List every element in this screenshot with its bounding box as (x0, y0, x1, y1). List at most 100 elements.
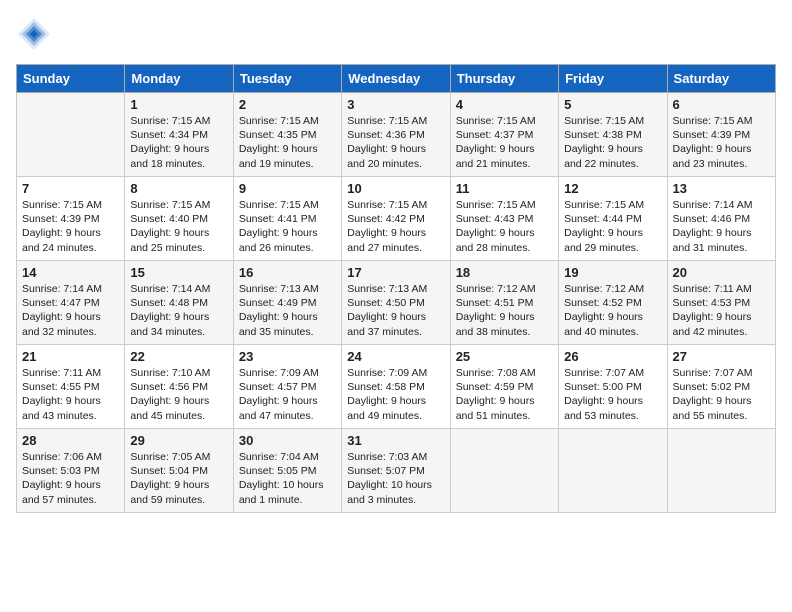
calendar-cell: 20 Sunrise: 7:11 AMSunset: 4:53 PMDayligh… (667, 261, 775, 345)
calendar-cell: 7Sunrise: 7:15 AMSunset: 4:39 PMDaylight… (17, 177, 125, 261)
cell-content: Sunrise: 7:05 AMSunset: 5:04 PMDaylight:… (130, 450, 227, 507)
calendar-week-row: 28 Sunrise: 7:06 AMSunset: 5:03 PMDayligh… (17, 429, 776, 513)
day-number: 30 (239, 433, 336, 448)
cell-content: Sunrise: 7:13 AMSunset: 4:50 PMDaylight:… (347, 282, 444, 339)
day-number: 21 (22, 349, 119, 364)
cell-content: Sunrise: 7:09 AMSunset: 4:58 PMDaylight:… (347, 366, 444, 423)
day-number: 1 (130, 97, 227, 112)
calendar-table: SundayMondayTuesdayWednesdayThursdayFrid… (16, 64, 776, 513)
cell-content: Sunrise: 7:15 AMSunset: 4:36 PMDaylight:… (347, 114, 444, 171)
cell-content: Sunrise: 7:15 AMSunset: 4:41 PMDaylight:… (239, 198, 336, 255)
calendar-cell: 15Sunrise: 7:14 AMSunset: 4:48 PMDayligh… (125, 261, 233, 345)
calendar-cell: 16 Sunrise: 7:13 AMSunset: 4:49 PMDayligh… (233, 261, 341, 345)
cell-content: Sunrise: 7:04 AMSunset: 5:05 PMDaylight:… (239, 450, 336, 507)
cell-content: Sunrise: 7:15 AMSunset: 4:38 PMDaylight:… (564, 114, 661, 171)
cell-content: Sunrise: 7:14 AMSunset: 4:48 PMDaylight:… (130, 282, 227, 339)
day-number: 8 (130, 181, 227, 196)
cell-content: Sunrise: 7:15 AMSunset: 4:39 PMDaylight:… (673, 114, 770, 171)
cell-content: Sunrise: 7:09 AMSunset: 4:57 PMDaylight:… (239, 366, 336, 423)
day-number: 20 (673, 265, 770, 280)
header (16, 16, 776, 52)
day-number: 26 (564, 349, 661, 364)
calendar-cell: 19 Sunrise: 7:12 AMSunset: 4:52 PMDayligh… (559, 261, 667, 345)
calendar-cell: 13 Sunrise: 7:14 AMSunset: 4:46 PMDayligh… (667, 177, 775, 261)
column-header-friday: Friday (559, 65, 667, 93)
calendar-cell: 27Sunrise: 7:07 AMSunset: 5:02 PMDayligh… (667, 345, 775, 429)
cell-content: Sunrise: 7:06 AMSunset: 5:03 PMDaylight:… (22, 450, 119, 507)
calendar-cell: 17 Sunrise: 7:13 AMSunset: 4:50 PMDayligh… (342, 261, 450, 345)
column-header-wednesday: Wednesday (342, 65, 450, 93)
logo (16, 16, 56, 52)
day-number: 19 (564, 265, 661, 280)
calendar-header-row: SundayMondayTuesdayWednesdayThursdayFrid… (17, 65, 776, 93)
cell-content: Sunrise: 7:07 AMSunset: 5:02 PMDaylight:… (673, 366, 770, 423)
calendar-week-row: 7Sunrise: 7:15 AMSunset: 4:39 PMDaylight… (17, 177, 776, 261)
cell-content: Sunrise: 7:07 AMSunset: 5:00 PMDaylight:… (564, 366, 661, 423)
day-number: 16 (239, 265, 336, 280)
calendar-cell: 18Sunrise: 7:12 AMSunset: 4:51 PMDayligh… (450, 261, 558, 345)
cell-content: Sunrise: 7:15 AMSunset: 4:39 PMDaylight:… (22, 198, 119, 255)
calendar-cell: 5 Sunrise: 7:15 AMSunset: 4:38 PMDaylight… (559, 93, 667, 177)
cell-content: Sunrise: 7:15 AMSunset: 4:34 PMDaylight:… (130, 114, 227, 171)
day-number: 6 (673, 97, 770, 112)
day-number: 11 (456, 181, 553, 196)
day-number: 18 (456, 265, 553, 280)
column-header-thursday: Thursday (450, 65, 558, 93)
column-header-sunday: Sunday (17, 65, 125, 93)
cell-content: Sunrise: 7:11 AMSunset: 4:53 PMDaylight:… (673, 282, 770, 339)
calendar-cell: 22 Sunrise: 7:10 AMSunset: 4:56 PMDayligh… (125, 345, 233, 429)
cell-content: Sunrise: 7:15 AMSunset: 4:43 PMDaylight:… (456, 198, 553, 255)
cell-content: Sunrise: 7:13 AMSunset: 4:49 PMDaylight:… (239, 282, 336, 339)
calendar-cell (17, 93, 125, 177)
day-number: 22 (130, 349, 227, 364)
cell-content: Sunrise: 7:15 AMSunset: 4:35 PMDaylight:… (239, 114, 336, 171)
calendar-cell: 3 Sunrise: 7:15 AMSunset: 4:36 PMDaylight… (342, 93, 450, 177)
cell-content: Sunrise: 7:14 AMSunset: 4:46 PMDaylight:… (673, 198, 770, 255)
calendar-cell: 24Sunrise: 7:09 AMSunset: 4:58 PMDayligh… (342, 345, 450, 429)
cell-content: Sunrise: 7:08 AMSunset: 4:59 PMDaylight:… (456, 366, 553, 423)
cell-content: Sunrise: 7:12 AMSunset: 4:52 PMDaylight:… (564, 282, 661, 339)
cell-content: Sunrise: 7:03 AMSunset: 5:07 PMDaylight:… (347, 450, 444, 507)
day-number: 13 (673, 181, 770, 196)
cell-content: Sunrise: 7:15 AMSunset: 4:44 PMDaylight:… (564, 198, 661, 255)
calendar-cell (559, 429, 667, 513)
day-number: 31 (347, 433, 444, 448)
calendar-cell: 14 Sunrise: 7:14 AMSunset: 4:47 PMDayligh… (17, 261, 125, 345)
calendar-cell (667, 429, 775, 513)
calendar-week-row: 14 Sunrise: 7:14 AMSunset: 4:47 PMDayligh… (17, 261, 776, 345)
calendar-cell: 23 Sunrise: 7:09 AMSunset: 4:57 PMDayligh… (233, 345, 341, 429)
day-number: 3 (347, 97, 444, 112)
calendar-cell: 12 Sunrise: 7:15 AMSunset: 4:44 PMDayligh… (559, 177, 667, 261)
day-number: 14 (22, 265, 119, 280)
calendar-cell: 8 Sunrise: 7:15 AMSunset: 4:40 PMDaylight… (125, 177, 233, 261)
cell-content: Sunrise: 7:15 AMSunset: 4:42 PMDaylight:… (347, 198, 444, 255)
day-number: 28 (22, 433, 119, 448)
day-number: 29 (130, 433, 227, 448)
day-number: 9 (239, 181, 336, 196)
calendar-cell: 10Sunrise: 7:15 AMSunset: 4:42 PMDayligh… (342, 177, 450, 261)
column-header-monday: Monday (125, 65, 233, 93)
column-header-saturday: Saturday (667, 65, 775, 93)
calendar-cell: 6 Sunrise: 7:15 AMSunset: 4:39 PMDaylight… (667, 93, 775, 177)
calendar-cell: 9 Sunrise: 7:15 AMSunset: 4:41 PMDaylight… (233, 177, 341, 261)
cell-content: Sunrise: 7:15 AMSunset: 4:40 PMDaylight:… (130, 198, 227, 255)
calendar-cell: 11 Sunrise: 7:15 AMSunset: 4:43 PMDayligh… (450, 177, 558, 261)
calendar-cell: 26 Sunrise: 7:07 AMSunset: 5:00 PMDayligh… (559, 345, 667, 429)
cell-content: Sunrise: 7:11 AMSunset: 4:55 PMDaylight:… (22, 366, 119, 423)
calendar-cell: 28 Sunrise: 7:06 AMSunset: 5:03 PMDayligh… (17, 429, 125, 513)
day-number: 12 (564, 181, 661, 196)
cell-content: Sunrise: 7:14 AMSunset: 4:47 PMDaylight:… (22, 282, 119, 339)
day-number: 25 (456, 349, 553, 364)
calendar-cell: 2 Sunrise: 7:15 AMSunset: 4:35 PMDaylight… (233, 93, 341, 177)
calendar-cell: 29 Sunrise: 7:05 AMSunset: 5:04 PMDayligh… (125, 429, 233, 513)
calendar-cell: 1 Sunrise: 7:15 AMSunset: 4:34 PMDaylight… (125, 93, 233, 177)
day-number: 23 (239, 349, 336, 364)
calendar-week-row: 1 Sunrise: 7:15 AMSunset: 4:34 PMDaylight… (17, 93, 776, 177)
day-number: 2 (239, 97, 336, 112)
day-number: 5 (564, 97, 661, 112)
cell-content: Sunrise: 7:10 AMSunset: 4:56 PMDaylight:… (130, 366, 227, 423)
calendar-cell: 31 Sunrise: 7:03 AMSunset: 5:07 PMDayligh… (342, 429, 450, 513)
calendar-cell: 25 Sunrise: 7:08 AMSunset: 4:59 PMDayligh… (450, 345, 558, 429)
day-number: 17 (347, 265, 444, 280)
calendar-cell (450, 429, 558, 513)
